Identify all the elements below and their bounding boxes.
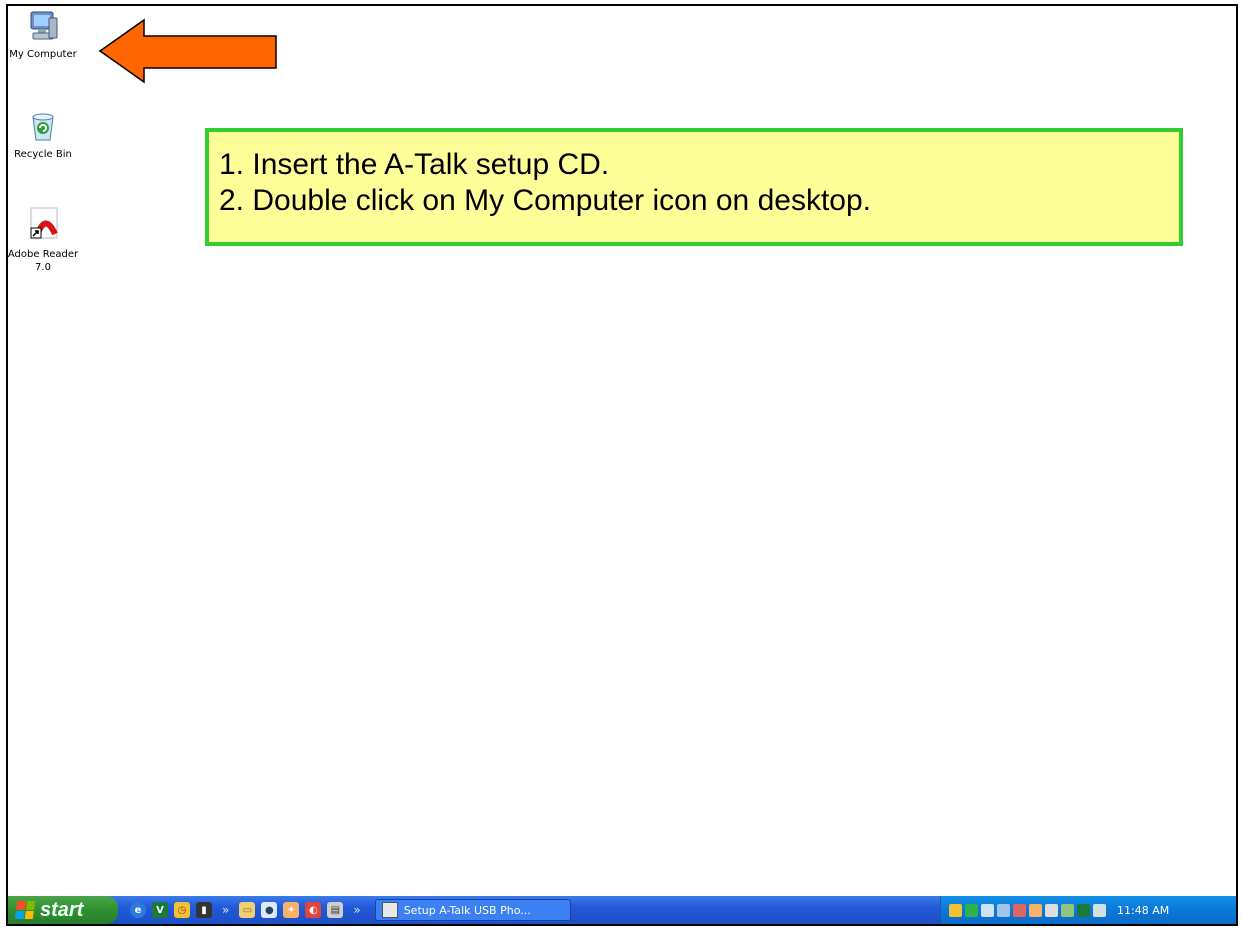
desktop-icon-label-line1: Adobe Reader [7, 249, 79, 260]
clock[interactable]: 11:48 AM [1117, 904, 1169, 917]
setup-window-icon [381, 902, 398, 918]
settings-tray-icon[interactable] [1093, 903, 1106, 917]
pointer-arrow-icon [98, 18, 277, 84]
battery-tray-icon[interactable] [1061, 903, 1074, 917]
windows-flag-icon [14, 901, 36, 919]
task-button-setup[interactable]: Setup A-Talk USB Pho... [374, 899, 571, 921]
desktop-icon-recycle-bin[interactable]: Recycle Bin [8, 110, 88, 161]
internet-explorer-icon[interactable]: e [130, 902, 146, 918]
app-icon[interactable]: ▮ [196, 902, 212, 918]
desktop: My Computer Recycle Bin Adobe Reader 7.0 [6, 4, 1238, 926]
desktop-icon-label: Recycle Bin [14, 149, 72, 160]
search-tray-icon[interactable] [997, 903, 1010, 917]
quick-launch-chevron-icon[interactable]: » [222, 903, 229, 917]
vc-icon[interactable]: V [152, 902, 168, 918]
task-button-label: Setup A-Talk USB Pho... [403, 903, 531, 917]
paint-icon[interactable]: ✦ [283, 902, 300, 918]
recycle-bin-icon [8, 110, 88, 145]
start-label: start [40, 898, 84, 921]
vc-tray-icon[interactable] [1077, 903, 1090, 917]
adobe-reader-icon [8, 206, 88, 245]
security-tray-icon[interactable] [1029, 903, 1042, 917]
desktop-icon-label-line2: 7.0 [35, 262, 51, 273]
taskbar: start e V ◷ ▮ » ▭ ● ✦ ◐ ▤ » Setup A-Talk… [8, 896, 1236, 924]
folder-icon[interactable]: ▭ [239, 902, 256, 918]
clock-app-icon[interactable]: ◷ [174, 902, 190, 918]
instruction-callout: 1. Insert the A-Talk setup CD. 2. Double… [205, 128, 1183, 246]
volume-tray-icon[interactable] [1045, 903, 1058, 917]
bulb-icon[interactable]: ● [261, 902, 278, 918]
start-button[interactable]: start [8, 896, 118, 924]
my-computer-icon [8, 10, 88, 45]
instruction-line-1: 1. Insert the A-Talk setup CD. [219, 148, 610, 181]
desktop-icon-my-computer[interactable]: My Computer [8, 10, 88, 61]
red-app-icon[interactable]: ◐ [305, 902, 322, 918]
key-tray-icon[interactable] [949, 903, 962, 917]
desktop-icon-adobe-reader[interactable]: Adobe Reader 7.0 [7, 206, 88, 274]
power-tray-icon[interactable] [965, 903, 978, 917]
quick-launch: e V ◷ ▮ » ▭ ● ✦ ◐ ▤ » [130, 902, 365, 918]
system-tray: 11:48 AM [940, 896, 1236, 924]
instruction-line-2: 2. Double click on My Computer icon on d… [219, 184, 871, 217]
shield-tray-icon[interactable] [1013, 903, 1026, 917]
printer-icon[interactable]: ▤ [327, 902, 344, 918]
taskbar-chevron-icon[interactable]: » [353, 903, 360, 917]
desktop-icon-label: My Computer [9, 49, 77, 60]
network-tray-icon[interactable] [981, 903, 994, 917]
